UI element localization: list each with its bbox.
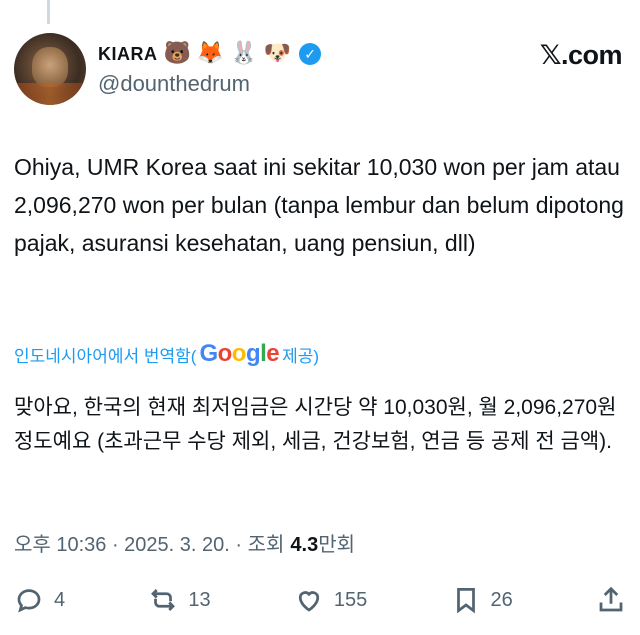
view-count: 4.3만회 — [290, 528, 355, 557]
tweet-meta: 오후 10:36 · 2025. 3. 20. · 조회 4.3만회 — [14, 528, 355, 556]
fox-emoji: 🦊 — [196, 41, 225, 66]
view-count-unit: 만회 — [318, 533, 356, 556]
avatar[interactable] — [14, 33, 86, 105]
retweet-icon — [151, 589, 176, 611]
verified-badge-icon: ✓ — [299, 43, 322, 65]
like-button[interactable]: 155 — [294, 585, 367, 615]
bookmark-button[interactable]: 26 — [451, 585, 513, 615]
bookmark-icon — [456, 588, 475, 614]
thread-connector-line — [47, 0, 50, 24]
google-logo: Google — [199, 340, 280, 367]
translation-attribution[interactable]: 인도네시아어에서 번역함( Google 제공) — [14, 340, 319, 368]
reply-button[interactable]: 4 — [14, 585, 65, 615]
heart-icon — [298, 591, 320, 612]
user-info: KIARA 🐻 🦊 🐰 🐶 ✓ @dounthedrum — [98, 33, 322, 97]
translation-label: 인도네시아어에서 번역함( — [14, 346, 197, 366]
dog-emoji: 🐶 — [263, 41, 292, 66]
name-row: KIARA 🐻 🦊 🐰 🐶 ✓ — [98, 39, 322, 69]
tweet-header: KIARA 🐻 🦊 🐰 🐶 ✓ @dounthedrum — [14, 33, 626, 105]
bookmark-count: 26 — [490, 588, 513, 611]
reply-count: 4 — [54, 588, 66, 611]
like-count: 155 — [333, 588, 368, 611]
bear-emoji: 🐻 — [163, 41, 191, 66]
x-com-logo: 𝕏.com — [539, 40, 623, 70]
tweet-body: Ohiya, UMR Korea saat ini sekitar 10,030… — [14, 154, 624, 256]
view-count-number: 4.3 — [290, 533, 319, 556]
tweet-screenshot: KIARA 🐻 🦊 🐰 🐶 ✓ @dounthedrum 𝕏.com Ohiya… — [0, 0, 640, 635]
translated-body: 맞아요, 한국의 현재 최저임금은 시간당 약 10,030원, 월 2,096… — [14, 396, 617, 453]
action-bar: 4 13 155 26 — [14, 583, 626, 617]
user-handle[interactable]: @dounthedrum — [98, 71, 321, 97]
reply-icon — [17, 589, 41, 613]
retweet-button[interactable]: 13 — [148, 585, 211, 615]
display-name[interactable]: KIARA — [98, 44, 158, 65]
timestamp[interactable]: 오후 10:36 · 2025. 3. 20. · 조회 — [14, 528, 284, 557]
share-button[interactable] — [596, 585, 626, 615]
translation-suffix: 제공) — [282, 346, 320, 366]
share-icon — [599, 586, 623, 612]
retweet-count: 13 — [188, 588, 211, 611]
rabbit-emoji: 🐰 — [230, 41, 258, 66]
